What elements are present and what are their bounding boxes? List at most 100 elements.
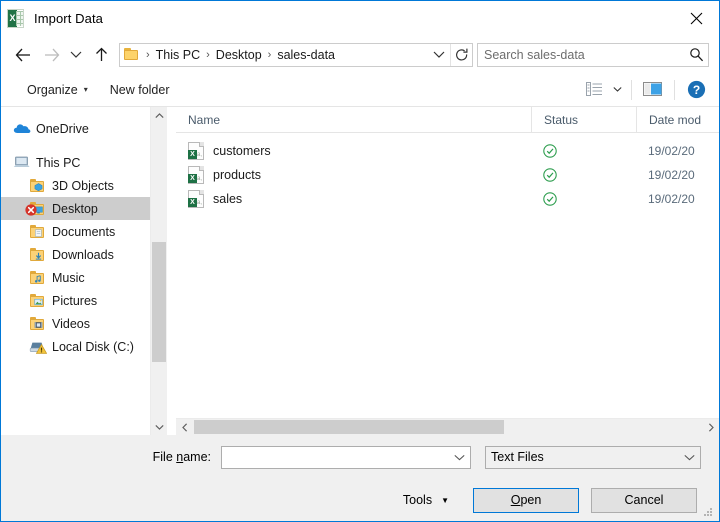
- scroll-up-button[interactable]: [151, 107, 167, 124]
- sidebar-item-label: Music: [52, 270, 85, 285]
- new-folder-button[interactable]: New folder: [102, 79, 178, 101]
- file-name-label: products: [213, 168, 261, 182]
- sidebar-item-documents[interactable]: Documents: [1, 220, 167, 243]
- dialog-footer: File name: Text Files Tools ▼ O pen Canc…: [1, 435, 719, 521]
- sync-ok-icon: [543, 144, 557, 158]
- breadcrumb-item-desktop[interactable]: Desktop: [214, 48, 264, 62]
- sidebar-item-music[interactable]: Music: [1, 266, 167, 289]
- import-data-dialog: X Import Data › This PC › Desktop › sale…: [0, 0, 720, 522]
- sidebar-item-3d-objects[interactable]: 3D Objects: [1, 174, 167, 197]
- chevron-down-icon[interactable]: [448, 454, 470, 461]
- chevron-left-icon: [181, 422, 187, 432]
- scroll-left-button[interactable]: [176, 422, 193, 432]
- file-status-cell: [531, 168, 636, 182]
- address-bar[interactable]: › This PC › Desktop › sales-data: [119, 42, 473, 67]
- resize-grip-icon[interactable]: [702, 505, 714, 517]
- breadcrumb-item-this-pc[interactable]: This PC: [154, 48, 202, 62]
- file-list: Xa, customers 19/02/20 X a, products 19/…: [176, 133, 719, 418]
- table-row[interactable]: Xa, sales 19/02/20: [176, 187, 719, 211]
- svg-text:?: ?: [692, 83, 699, 97]
- file-name-label: customers: [213, 144, 271, 158]
- file-name-combobox[interactable]: [221, 445, 471, 469]
- forward-arrow-icon: [44, 48, 59, 61]
- recent-locations-button[interactable]: [65, 42, 87, 68]
- sidebar-item-label: OneDrive: [36, 121, 89, 136]
- help-button[interactable]: ?: [681, 77, 711, 103]
- column-headers: Name ⌃ Status Date mod: [176, 106, 719, 133]
- scroll-thumb[interactable]: [152, 242, 166, 362]
- file-name-row: File name: Text Files: [1, 435, 707, 479]
- folder-music-icon: [29, 270, 47, 286]
- navigation-pane: OneDrive This PC 3D Objects Desktop Docu…: [1, 107, 167, 435]
- cancel-button[interactable]: Cancel: [591, 487, 697, 513]
- chevron-up-icon: [154, 112, 164, 118]
- sidebar-item-onedrive[interactable]: OneDrive: [1, 117, 167, 140]
- file-type-combobox[interactable]: Text Files: [485, 445, 701, 469]
- command-bar-divider: [674, 79, 675, 100]
- sidebar-vertical-scrollbar[interactable]: [150, 107, 167, 435]
- warning-badge: [36, 343, 47, 354]
- preview-pane-icon: [643, 82, 662, 96]
- chevron-down-icon: [612, 87, 622, 92]
- csv-file-icon: Xa,: [188, 166, 204, 184]
- sidebar-item-desktop[interactable]: Desktop: [1, 197, 167, 220]
- organize-button[interactable]: Organize ▾: [19, 79, 96, 101]
- column-header-label: Date mod: [649, 112, 702, 127]
- view-dropdown-button[interactable]: [609, 77, 625, 103]
- sidebar-item-label: This PC: [36, 155, 81, 170]
- table-row[interactable]: Xa, products 19/02/20: [176, 163, 719, 187]
- csv-file-icon: Xa,: [188, 190, 204, 208]
- sidebar-item-local-disk-c[interactable]: Local Disk (C:): [1, 335, 167, 358]
- column-header-label: Name: [188, 112, 221, 127]
- tools-button[interactable]: Tools ▼: [395, 489, 457, 511]
- sidebar-item-this-pc[interactable]: This PC: [1, 151, 167, 174]
- address-dropdown-button[interactable]: [428, 44, 450, 66]
- open-button[interactable]: Open: [473, 487, 579, 513]
- chevron-down-icon: ▾: [83, 85, 88, 94]
- file-list-horizontal-scrollbar[interactable]: [176, 418, 719, 435]
- column-header-status[interactable]: Status: [531, 106, 636, 133]
- folder-icon: [124, 47, 140, 62]
- close-button[interactable]: [673, 2, 719, 36]
- back-button[interactable]: [9, 42, 37, 68]
- file-status-cell: [531, 192, 636, 206]
- breadcrumb-item-sales-data[interactable]: sales-data: [275, 48, 337, 62]
- open-mnemonic: O: [510, 493, 521, 507]
- scroll-down-button[interactable]: [151, 418, 167, 435]
- preview-pane-button[interactable]: [638, 77, 668, 103]
- sync-ok-icon: [543, 168, 557, 182]
- button-row: Tools ▼ Open Cancel: [1, 479, 707, 521]
- file-type-value: Text Files: [491, 450, 544, 464]
- file-status-cell: [531, 144, 636, 158]
- column-header-label: Status: [544, 112, 579, 127]
- column-header-name[interactable]: Name ⌃: [176, 107, 531, 133]
- file-name-input[interactable]: [222, 447, 448, 467]
- view-layout-button[interactable]: [579, 77, 609, 103]
- cancel-label: Cancel: [624, 493, 664, 507]
- sidebar-item-label: Documents: [52, 224, 116, 239]
- sidebar-item-videos[interactable]: Videos: [1, 312, 167, 335]
- breadcrumb-separator: ›: [206, 48, 210, 61]
- command-bar-divider: [631, 79, 632, 100]
- table-row[interactable]: Xa, customers 19/02/20: [176, 139, 719, 163]
- tools-label: Tools: [402, 493, 433, 507]
- refresh-button[interactable]: [450, 43, 472, 66]
- search-input[interactable]: [478, 44, 684, 65]
- sidebar-item-downloads[interactable]: Downloads: [1, 243, 167, 266]
- search-icon[interactable]: [684, 47, 708, 62]
- search-box[interactable]: [477, 42, 709, 67]
- sidebar-item-label: Pictures: [52, 293, 98, 308]
- sidebar-list: OneDrive This PC 3D Objects Desktop Docu…: [1, 107, 167, 358]
- up-button[interactable]: [87, 42, 115, 68]
- sidebar-item-pictures[interactable]: Pictures: [1, 289, 167, 312]
- scroll-right-button[interactable]: [702, 422, 719, 432]
- pane-splitter[interactable]: [167, 107, 176, 435]
- chevron-down-icon[interactable]: [678, 454, 700, 461]
- sync-ok-icon: [543, 192, 557, 206]
- chevron-down-icon: [154, 424, 164, 430]
- folder-3d-objects-icon: [29, 178, 47, 194]
- dialog-body: OneDrive This PC 3D Objects Desktop Docu…: [1, 106, 719, 435]
- sort-ascending-icon: ⌃: [354, 106, 363, 114]
- column-header-date-modified[interactable]: Date mod: [636, 106, 719, 133]
- scroll-thumb[interactable]: [194, 420, 504, 434]
